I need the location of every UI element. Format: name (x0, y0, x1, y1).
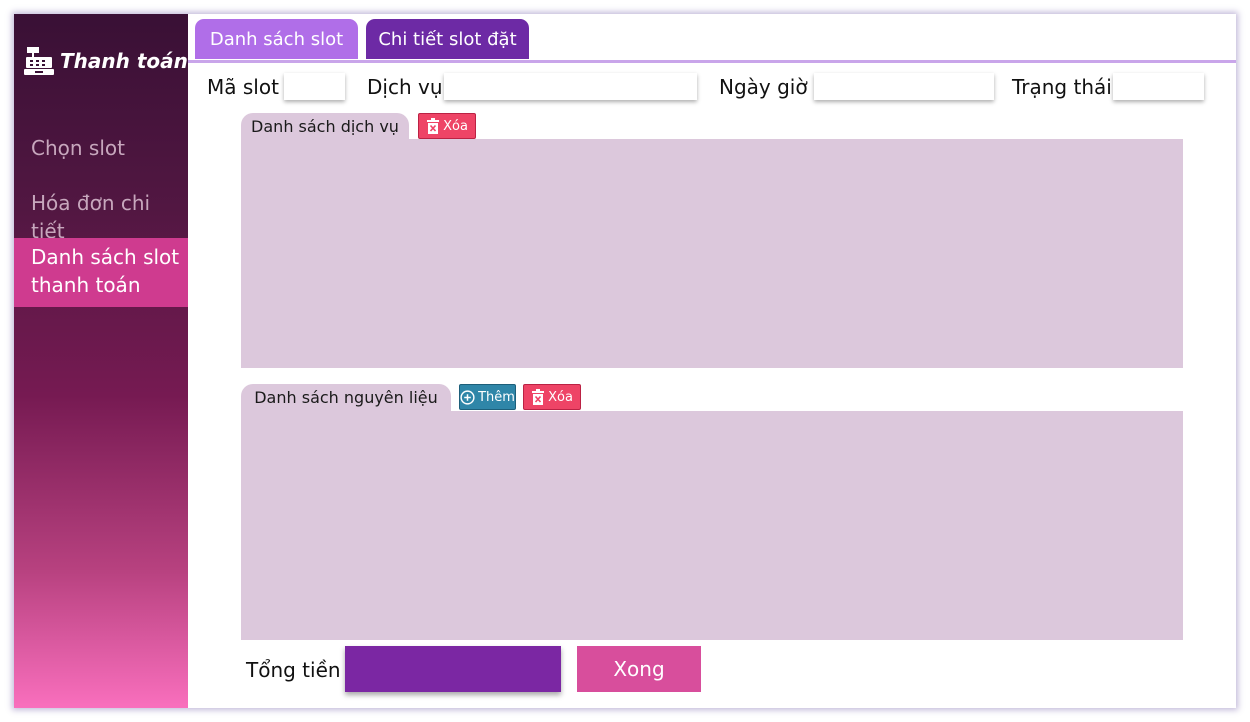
ingredients-add-label: Thêm (478, 389, 515, 405)
ma-slot-input[interactable] (284, 73, 345, 100)
app-window: Thanh toán Chọn slot Hóa đơn chi tiết Da… (14, 14, 1236, 708)
app-title: Thanh toán (60, 49, 188, 73)
ingredients-section-tab: Danh sách nguyên liệu (241, 384, 451, 411)
ingredients-add-button[interactable]: Thêm (459, 384, 516, 410)
trang-thai-input[interactable] (1113, 73, 1204, 100)
trash-x-icon (426, 118, 443, 134)
total-value-box (345, 646, 561, 692)
total-label: Tổng tiền (246, 658, 341, 682)
trash-x-icon (531, 389, 548, 405)
tab-bar: Danh sách slot Chi tiết slot đặt (188, 14, 1236, 63)
dich-vu-input[interactable] (444, 73, 697, 100)
trang-thai-label: Trạng thái (1012, 75, 1112, 99)
done-button[interactable]: Xong (577, 646, 701, 692)
services-section-tab: Danh sách dịch vụ (241, 113, 409, 140)
ma-slot-label: Mã slot (207, 75, 279, 99)
ingredients-delete-label: Xóa (548, 389, 573, 405)
sidebar-item-chon-slot[interactable]: Chọn slot (14, 134, 188, 162)
services-delete-button[interactable]: Xóa (418, 113, 476, 139)
sidebar: Thanh toán Chọn slot Hóa đơn chi tiết Da… (14, 14, 188, 708)
ingredients-list[interactable] (241, 411, 1183, 640)
services-delete-label: Xóa (443, 118, 468, 134)
cash-register-icon (24, 46, 54, 76)
services-list[interactable] (241, 139, 1183, 368)
ingredients-delete-button[interactable]: Xóa (523, 384, 581, 410)
dich-vu-label: Dịch vụ (367, 75, 443, 99)
brand: Thanh toán (24, 46, 188, 76)
sidebar-item-hoa-don-chi-tiet[interactable]: Hóa đơn chi tiết (14, 189, 188, 245)
ngay-gio-label: Ngày giờ (719, 75, 808, 99)
ngay-gio-input[interactable] (814, 73, 994, 100)
sidebar-item-danh-sach-slot-thanh-toan[interactable]: Danh sách slot thanh toán (14, 238, 188, 307)
tab-chi-tiet-slot-dat[interactable]: Chi tiết slot đặt (366, 19, 529, 59)
tab-danh-sach-slot[interactable]: Danh sách slot (195, 19, 358, 59)
plus-circle-icon (460, 389, 478, 405)
